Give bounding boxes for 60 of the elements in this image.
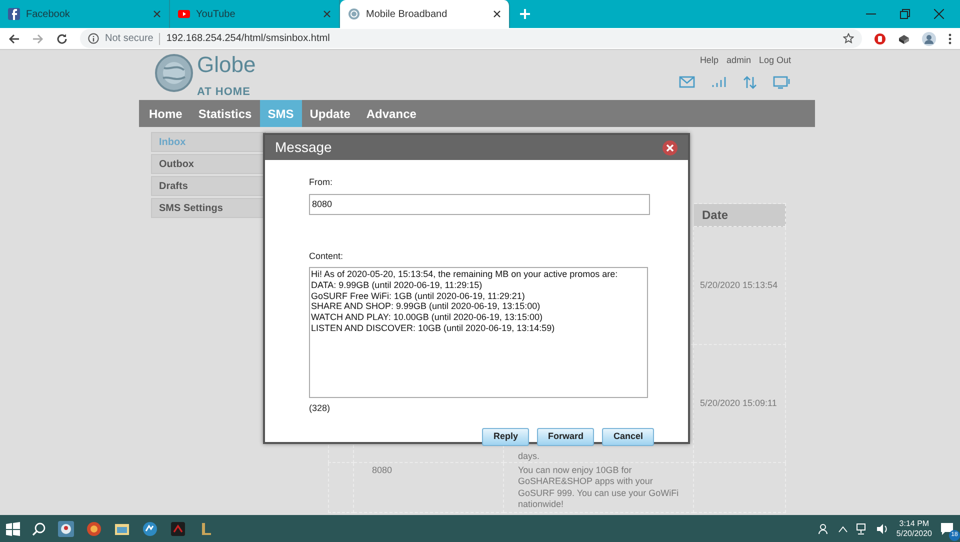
security-label: Not secure (105, 32, 154, 46)
column-header: Date (694, 204, 786, 226)
field-label: Content: (309, 250, 344, 262)
header-link[interactable]: Log Out (758, 54, 791, 68)
url-text[interactable]: 192.168.254.254/html/smsinbox.html (166, 31, 330, 46)
dialog-button[interactable]: Forward (536, 428, 594, 446)
app-icon[interactable] (86, 520, 102, 536)
nav-tab[interactable]: Statistics (190, 100, 260, 127)
character-count: (328) (309, 402, 332, 415)
nav-tab[interactable]: Advance (358, 100, 424, 127)
restore-icon[interactable] (900, 9, 910, 19)
content-field[interactable]: Hi! As of 2020-05-20, 15:13:54, the remaining MB on your active promos are: DATA: 9.99GB (until 2020-06-19, 11:29:15) GoSURF Free WiFi: 1GB (until 2020-06-19, 11:29:21) SHARE AND SHOP: 9.99GB (until 2020-06-19, 13:15:00) WATCH AND PLAY: 10.00GB (until 2020-06-19, 13:15:00) LISTEN AND DISCOVER: 10GB (until 2020-06-19, 13:14:59) (309, 267, 648, 398)
network-icon[interactable] (856, 522, 868, 534)
avatar-icon[interactable] (922, 32, 936, 46)
clock-date[interactable]: 5/20/2020 (896, 528, 932, 538)
close-icon[interactable] (934, 9, 944, 19)
app-icon[interactable] (142, 520, 158, 536)
date-text: 5/20/2020 15:09:11 (700, 398, 777, 408)
close-icon[interactable] (662, 140, 678, 156)
plus-icon[interactable] (520, 9, 530, 19)
browser-tab[interactable]: Mobile Broadband (340, 0, 510, 28)
up-down-arrows-icon (743, 76, 757, 88)
app-icon[interactable] (58, 520, 74, 536)
message-text: days. (518, 450, 540, 461)
sender-text: 8080 (372, 465, 392, 475)
play-icon (178, 8, 190, 20)
close-icon[interactable] (493, 10, 501, 18)
date-text: 5/20/2020 15:13:54 (700, 280, 778, 290)
info-icon (88, 33, 99, 44)
search-icon[interactable] (32, 522, 46, 536)
star-icon[interactable] (843, 33, 854, 44)
from-field[interactable]: 8080 (309, 194, 650, 214)
sidebar-item[interactable]: Outbox (151, 154, 266, 174)
people-icon[interactable] (818, 522, 830, 534)
field-label: From: (309, 176, 334, 189)
dialog-title: Message (275, 138, 332, 157)
logo-text: Globe (197, 54, 256, 76)
caret-icon[interactable] (838, 524, 848, 532)
clock-time[interactable]: 3:14 PM (899, 518, 930, 528)
sidebar-item[interactable]: Drafts (151, 176, 266, 196)
globe-icon (348, 8, 360, 20)
monitor-icon (773, 76, 791, 88)
header-link[interactable]: admin (726, 54, 751, 68)
nav-tab[interactable]: Home (141, 100, 190, 127)
facebook-icon (8, 8, 20, 20)
header-link[interactable]: Help (700, 54, 718, 68)
message-text: You can now enjoy 10GB for GoSHARE&SHOP apps with your GoSURF 999. You can use your GoWiFi nationwide! (518, 465, 679, 509)
extension-icon[interactable] (898, 32, 910, 44)
back-icon[interactable] (8, 32, 20, 44)
windows-icon[interactable] (6, 522, 20, 536)
nav-tab[interactable]: Update (302, 100, 358, 127)
reload-icon[interactable] (56, 32, 68, 44)
dialog-button[interactable]: Reply (482, 428, 529, 446)
logo-subtext: AT HOME (197, 85, 252, 100)
globe-logo-icon (155, 54, 193, 92)
volume-icon[interactable] (876, 522, 888, 534)
signal-icon (711, 76, 727, 88)
dialog-button[interactable]: Cancel (602, 428, 654, 446)
sidebar-item[interactable]: SMS Settings (151, 198, 266, 218)
menu-icon[interactable] (948, 32, 952, 44)
